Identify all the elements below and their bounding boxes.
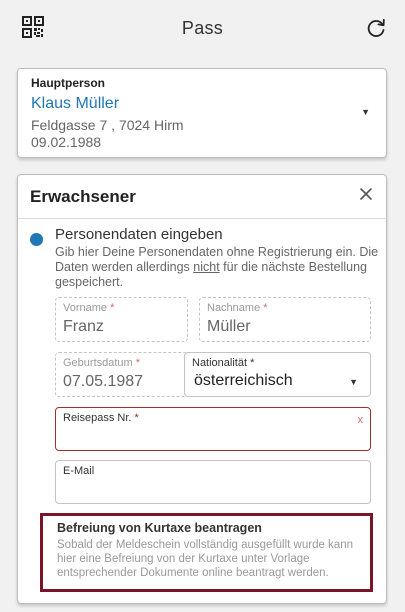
- passport-number-label: Reisepass Nr.: [63, 412, 132, 424]
- main-person-birthdate: 09.02.1988: [31, 134, 102, 150]
- close-icon[interactable]: [359, 187, 373, 201]
- adult-card-header: Erwachsener: [18, 175, 386, 219]
- passport-number-field[interactable]: Reisepass Nr. * x: [55, 407, 371, 451]
- top-bar: Pass: [0, 0, 405, 58]
- birthdate-label: Geburtsdatum: [63, 357, 133, 369]
- nationality-label: Nationalität: [192, 357, 248, 369]
- step-description: Gib hier Deine Personendaten ohne Regist…: [55, 245, 379, 289]
- birthdate-value: 07.05.1987: [63, 373, 144, 390]
- kurtaxe-exemption-title: Befreiung von Kurtaxe beantragen: [57, 521, 262, 535]
- email-field[interactable]: E-Mail: [55, 460, 371, 504]
- kurtaxe-exemption-box[interactable]: Befreiung von Kurtaxe beantragen Sobald …: [40, 513, 373, 592]
- nationality-value: österreichisch: [194, 372, 293, 389]
- main-person-address: Feldgasse 7 , 7024 Hirm: [31, 117, 184, 133]
- first-name-value: Franz: [63, 318, 104, 335]
- step-title: Personendaten eingeben: [55, 226, 223, 243]
- chevron-down-icon[interactable]: ▼: [361, 107, 370, 117]
- main-person-name: Klaus Müller: [31, 95, 120, 112]
- first-name-field[interactable]: Vorname * Franz: [55, 297, 188, 342]
- last-name-field[interactable]: Nachname * Müller: [199, 297, 371, 342]
- birthdate-field[interactable]: Geburtsdatum * 07.05.1987: [55, 352, 188, 397]
- adult-card-title: Erwachsener: [30, 187, 136, 206]
- refresh-icon[interactable]: [365, 17, 387, 39]
- page-title: Pass: [181, 18, 224, 38]
- main-person-selector[interactable]: Hauptperson Klaus Müller Feldgasse 7 , 7…: [17, 68, 387, 158]
- last-name-value: Müller: [207, 318, 251, 335]
- emphasis-not: nicht: [193, 260, 220, 274]
- error-icon: x: [357, 414, 364, 426]
- last-name-label: Nachname: [207, 302, 261, 314]
- main-person-label: Hauptperson: [31, 76, 106, 90]
- adult-card: Erwachsener Personendaten eingeben Gib h…: [17, 174, 387, 604]
- nationality-select[interactable]: Nationalität * österreichisch ▼: [184, 352, 371, 397]
- kurtaxe-exemption-text: Sobald der Meldeschein vollständig ausge…: [57, 539, 353, 579]
- chevron-down-icon: ▼: [349, 377, 358, 387]
- step-indicator: [30, 233, 43, 246]
- first-name-label: Vorname: [63, 302, 108, 314]
- email-label: E-Mail: [63, 465, 95, 477]
